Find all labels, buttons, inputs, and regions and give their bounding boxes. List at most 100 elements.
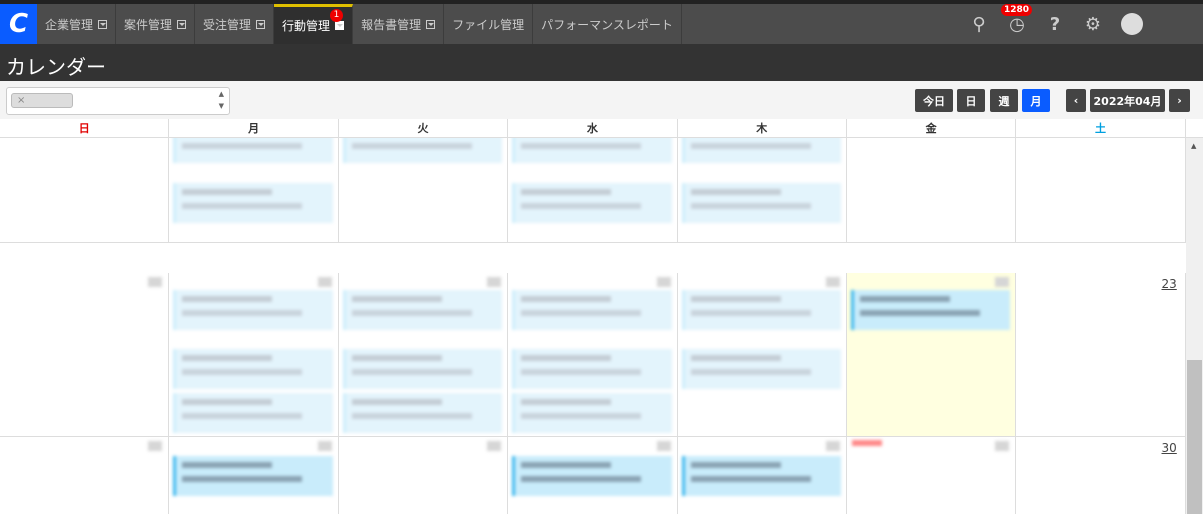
tab-orders[interactable]: 受注管理 <box>195 4 275 44</box>
calendar-event[interactable] <box>681 183 841 223</box>
scroll-up-icon[interactable]: ▲ <box>219 90 224 98</box>
scrollbar-thumb[interactable] <box>1187 360 1202 514</box>
calendar-event[interactable] <box>173 183 333 223</box>
event-time <box>182 399 273 405</box>
date-number[interactable] <box>825 277 840 287</box>
event-title <box>521 143 642 149</box>
date-number[interactable] <box>317 277 332 287</box>
event-title <box>182 476 303 482</box>
calendar-event[interactable] <box>173 456 333 496</box>
event-time <box>182 355 273 361</box>
scrollbar[interactable]: ▲ <box>1186 138 1203 514</box>
event-title <box>860 310 980 316</box>
dropdown-icon[interactable] <box>335 21 345 30</box>
calendar-event[interactable] <box>342 393 503 433</box>
event-title <box>521 369 642 375</box>
calendar-event[interactable] <box>173 393 333 433</box>
day-cell[interactable] <box>0 273 170 437</box>
event-time <box>690 296 781 302</box>
date-number[interactable] <box>487 441 502 451</box>
tab-label: 企業管理 <box>45 17 94 32</box>
tab-files[interactable]: ファイル管理 <box>444 4 534 44</box>
date-number[interactable] <box>995 277 1010 287</box>
event-title <box>182 203 303 209</box>
dropdown-icon[interactable] <box>256 19 266 29</box>
tab-label: パフォーマンスレポート <box>541 17 673 32</box>
gear-icon[interactable]: ⚙ <box>1083 14 1103 35</box>
calendar-event[interactable] <box>681 456 841 496</box>
date-number[interactable] <box>656 277 671 287</box>
today-button[interactable]: 今日 <box>915 89 953 112</box>
tab-company[interactable]: 企業管理 <box>37 4 117 44</box>
event-time <box>182 189 273 195</box>
date-number[interactable] <box>317 441 332 451</box>
event-time <box>521 355 612 361</box>
day-cell[interactable] <box>0 138 170 243</box>
event-title <box>521 476 642 482</box>
tab-project[interactable]: 案件管理 <box>116 4 196 44</box>
day-cell[interactable] <box>338 437 509 514</box>
app-logo[interactable]: C <box>0 4 37 44</box>
dropdown-icon[interactable] <box>98 19 108 29</box>
event-time <box>521 296 612 302</box>
event-time <box>521 399 612 405</box>
event-title <box>521 310 642 316</box>
date-number[interactable]: 23 <box>1162 277 1177 291</box>
event-time <box>860 296 950 302</box>
calendar-event[interactable] <box>681 290 841 330</box>
calendar-event[interactable] <box>512 393 672 433</box>
day-cell[interactable] <box>0 437 170 514</box>
next-month-button[interactable]: › <box>1169 89 1190 112</box>
calendar-event[interactable] <box>851 290 1011 330</box>
day-cell[interactable] <box>847 138 1017 243</box>
chip-remove-icon[interactable]: × <box>17 95 25 106</box>
calendar-event[interactable] <box>173 349 333 389</box>
day-cell[interactable] <box>847 437 1017 514</box>
date-number[interactable] <box>148 441 163 451</box>
calendar-event[interactable] <box>512 290 672 330</box>
calendar-event[interactable] <box>512 349 672 389</box>
page-title: カレンダー <box>0 44 1203 81</box>
calendar-event[interactable] <box>512 456 672 496</box>
date-number[interactable]: 30 <box>1162 441 1177 455</box>
date-number[interactable] <box>656 441 671 451</box>
date-number[interactable] <box>148 277 163 287</box>
event-title <box>182 310 303 316</box>
day-view-button[interactable]: 日 <box>957 89 985 112</box>
day-cell[interactable] <box>1016 138 1186 243</box>
scroll-down-icon[interactable]: ▼ <box>219 102 224 110</box>
calendar-event[interactable] <box>342 290 503 330</box>
calendar-event[interactable] <box>173 290 333 330</box>
month-view-button[interactable]: 月 <box>1022 89 1050 112</box>
calendar-event[interactable] <box>512 138 672 163</box>
calendar-event[interactable] <box>681 138 841 163</box>
calendar-event[interactable] <box>342 138 503 163</box>
tab-reports[interactable]: 報告書管理 <box>353 4 445 44</box>
selected-chip[interactable]: × <box>11 93 73 108</box>
event-title <box>182 369 303 375</box>
dropdown-icon[interactable] <box>177 19 187 29</box>
tab-performance-report[interactable]: パフォーマンスレポート <box>533 4 682 44</box>
help-icon[interactable]: ? <box>1045 14 1065 35</box>
calendar-event[interactable] <box>681 349 841 389</box>
dropdown-icon[interactable] <box>426 19 436 29</box>
week-view-button[interactable]: 週 <box>990 89 1018 112</box>
clock-icon[interactable]: ◷ 1280 <box>1001 3 1033 35</box>
date-number[interactable] <box>487 277 502 287</box>
event-title <box>690 369 811 375</box>
user-select[interactable]: × ▲ ▼ <box>6 87 230 115</box>
prev-month-button[interactable]: ‹ <box>1066 89 1086 112</box>
day-cell[interactable]: 30 <box>1016 437 1186 514</box>
calendar-event[interactable] <box>173 138 333 163</box>
avatar[interactable] <box>1121 13 1143 35</box>
date-number[interactable] <box>995 441 1010 451</box>
tab-activity[interactable]: 行動管理 1 <box>274 4 354 44</box>
day-cell[interactable]: 23 <box>1016 273 1186 437</box>
event-title <box>182 413 303 419</box>
scroll-up-icon[interactable]: ▲ <box>1191 142 1196 150</box>
calendar-event[interactable] <box>342 349 503 389</box>
current-month-label[interactable]: 2022年04月 <box>1090 89 1165 112</box>
date-number[interactable] <box>825 441 840 451</box>
calendar-event[interactable] <box>512 183 672 223</box>
search-icon[interactable]: ⚲ <box>969 14 989 35</box>
